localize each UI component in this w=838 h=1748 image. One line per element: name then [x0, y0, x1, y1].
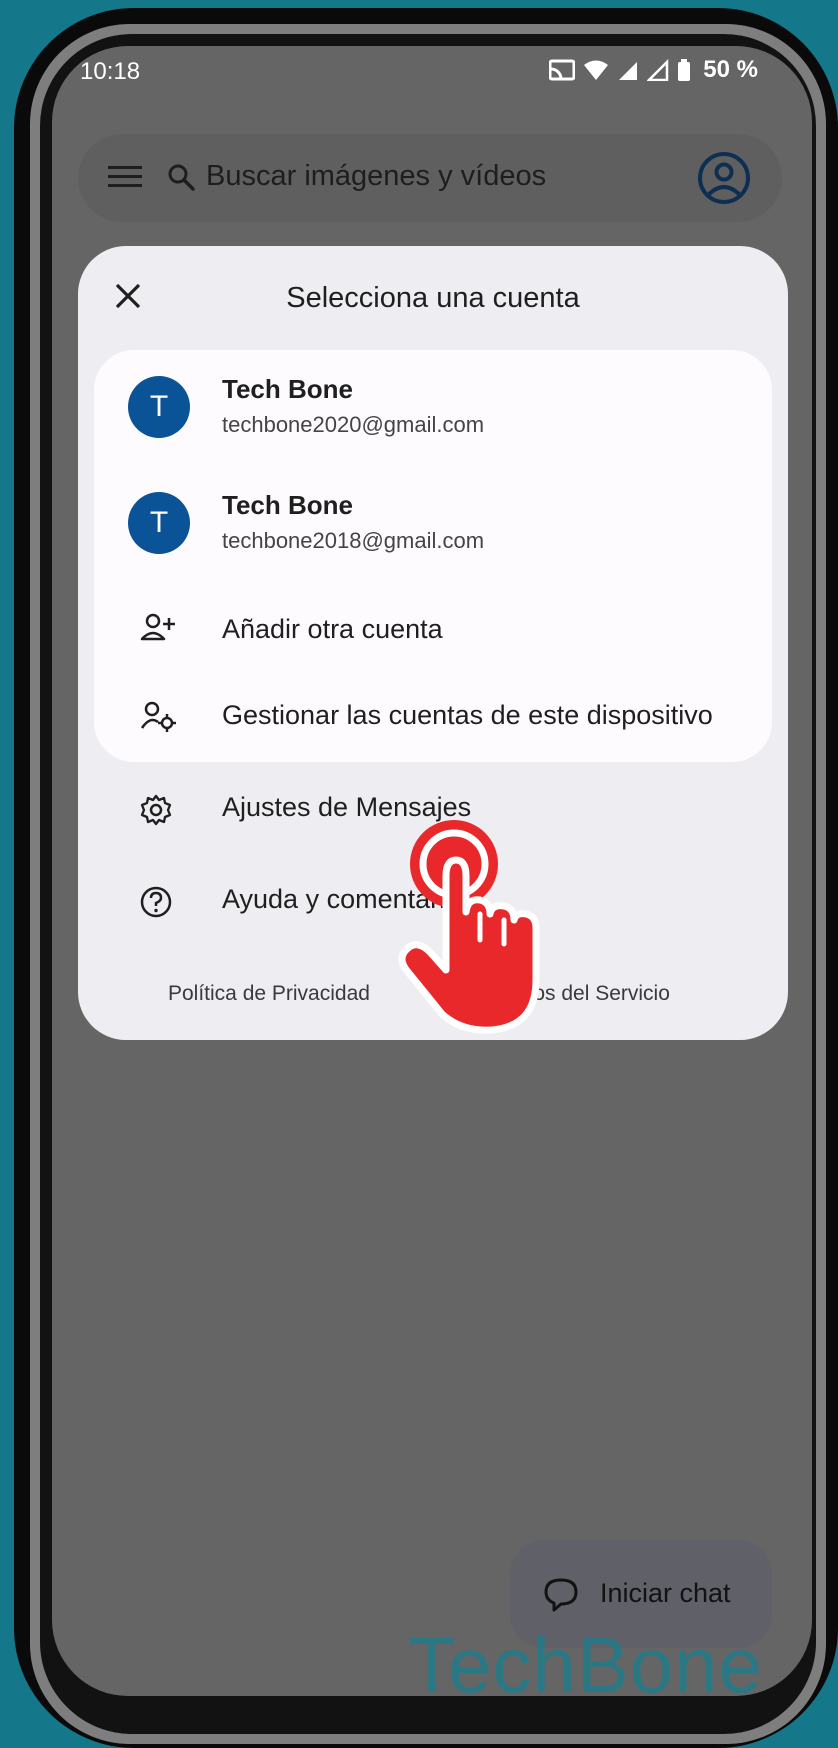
signal-roaming-icon — [647, 59, 669, 81]
manage-accounts-label: Gestionar las cuentas de este dispositiv… — [222, 700, 713, 730]
status-bar: 10:18 50 % — [52, 46, 812, 102]
techbone-watermark: TechBone — [408, 1621, 763, 1709]
help-icon — [140, 886, 172, 918]
account-item[interactable]: T Tech Bone techbone2018@gmail.com — [94, 466, 772, 582]
account-circle-icon[interactable] — [696, 150, 752, 206]
manage-accounts-icon — [140, 701, 176, 732]
battery-percentage: 50 % — [703, 56, 758, 83]
start-chat-label: Iniciar chat — [600, 1578, 731, 1608]
search-input[interactable]: Buscar imágenes y vídeos — [206, 160, 546, 193]
status-icons: 50 % — [549, 56, 758, 84]
account-item[interactable]: T Tech Bone techbone2020@gmail.com — [94, 350, 772, 466]
dialog-title: Selecciona una cuenta — [286, 282, 580, 314]
add-account-label: Añadir otra cuenta — [222, 614, 443, 644]
accounts-card: T Tech Bone techbone2020@gmail.com T Tec… — [94, 350, 772, 762]
avatar: T — [128, 492, 190, 554]
manage-accounts-item[interactable]: Gestionar las cuentas de este dispositiv… — [94, 674, 772, 762]
menu-icon[interactable] — [108, 164, 142, 190]
battery-icon — [678, 59, 691, 81]
account-email: techbone2018@gmail.com — [222, 528, 485, 553]
tap-hand-icon — [398, 820, 540, 1034]
avatar: T — [128, 376, 190, 438]
chat-icon — [544, 1578, 578, 1612]
cast-icon — [549, 59, 576, 81]
search-icon — [168, 164, 195, 191]
gear-icon — [140, 794, 172, 826]
person-add-icon — [140, 613, 175, 641]
search-bar[interactable]: Buscar imágenes y vídeos — [78, 134, 782, 222]
account-email: techbone2020@gmail.com — [222, 412, 485, 437]
account-name: Tech Bone — [222, 374, 353, 404]
privacy-link[interactable]: Política de Privacidad — [168, 982, 370, 1006]
status-time: 10:18 — [80, 58, 141, 85]
wifi-icon — [584, 60, 609, 80]
signal-icon — [619, 62, 638, 80]
add-account-item[interactable]: Añadir otra cuenta — [94, 582, 772, 674]
account-name: Tech Bone — [222, 490, 353, 520]
